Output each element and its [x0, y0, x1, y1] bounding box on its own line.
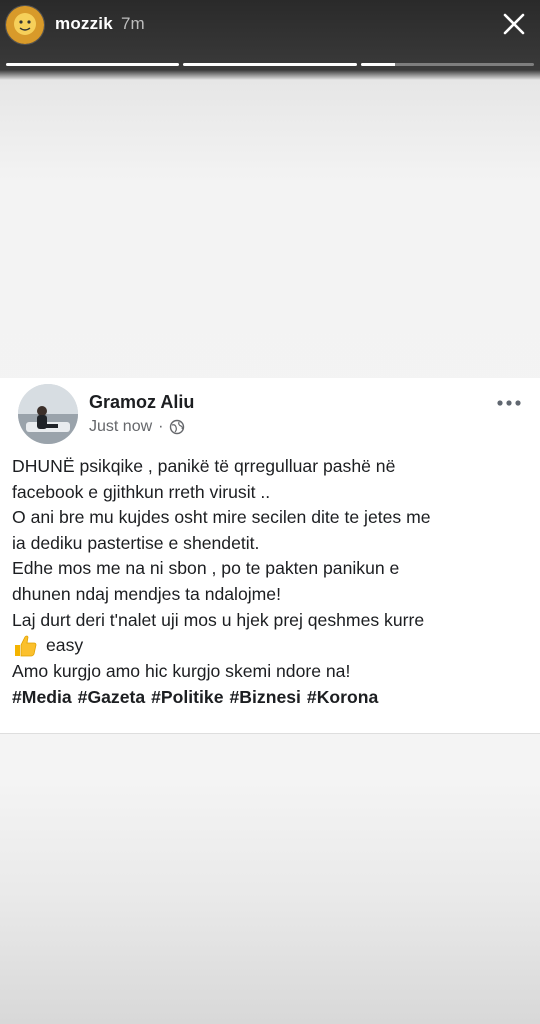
emoji-text: easy: [46, 635, 84, 656]
hashtag-link[interactable]: #Gazeta: [78, 687, 145, 707]
post-closing-line: Amo kurgjo amo hic kurgjo skemi ndore na…: [12, 661, 351, 682]
post-text-line: DHUNË psikqike , panikë të qrregulluar p…: [12, 456, 396, 476]
hashtag-list: #Media #Gazeta #Politike #Biznesi #Korona: [12, 685, 532, 711]
post-meta: Just now ·: [89, 418, 185, 436]
story-progress: [6, 63, 534, 67]
meta-separator: ·: [158, 418, 164, 435]
post-author-avatar[interactable]: [18, 384, 78, 444]
hashtag-link[interactable]: #Korona: [307, 687, 378, 707]
emoji-line: easy: [12, 633, 532, 659]
post-text-line: dhunen ndaj mendjes ta ndalojme!: [12, 583, 281, 604]
post-text: DHUNË psikqike , panikë të qrregulluar p…: [12, 454, 532, 710]
story-header: mozzik 7m: [0, 0, 540, 80]
progress-segment: [6, 63, 180, 66]
progress-fill: [6, 63, 180, 66]
thumbs-up-icon: [12, 633, 38, 659]
post-text-line: ia dediku pastertise e shendetit.: [12, 532, 260, 553]
close-icon[interactable]: [500, 10, 528, 38]
facebook-post-screenshot: Gramoz Aliu Just now · DHUNË psikqike , …: [0, 378, 540, 734]
progress-segment: [360, 63, 534, 66]
progress-fill: [183, 63, 357, 66]
hashtag-link[interactable]: #Politike: [151, 687, 223, 707]
more-options-icon[interactable]: [496, 396, 522, 408]
hashtag-link[interactable]: #Media: [12, 687, 72, 707]
author-photo: [18, 384, 78, 444]
post-timestamp[interactable]: Just now: [89, 418, 152, 436]
story-time: 7m: [121, 14, 145, 33]
post-author-name[interactable]: Gramoz Aliu: [89, 392, 194, 413]
hashtag-link[interactable]: #Biznesi: [230, 687, 301, 707]
avatar-image: [6, 6, 44, 44]
post-text-line: Laj durt deri t'nalet uji mos u hjek pre…: [12, 609, 425, 630]
post-text-line: O ani bre mu kujdes osht mire secilen di…: [12, 507, 431, 528]
progress-fill: [360, 63, 396, 66]
post-text-line: facebook e gjithkun rreth virusit ..: [12, 481, 271, 502]
globe-icon: [169, 419, 185, 435]
progress-segment: [183, 63, 357, 66]
story-username[interactable]: mozzik: [55, 14, 113, 34]
post-text-line: Edhe mos me na ni sbon , po te pakten pa…: [12, 558, 400, 579]
profile-avatar[interactable]: [5, 5, 45, 45]
